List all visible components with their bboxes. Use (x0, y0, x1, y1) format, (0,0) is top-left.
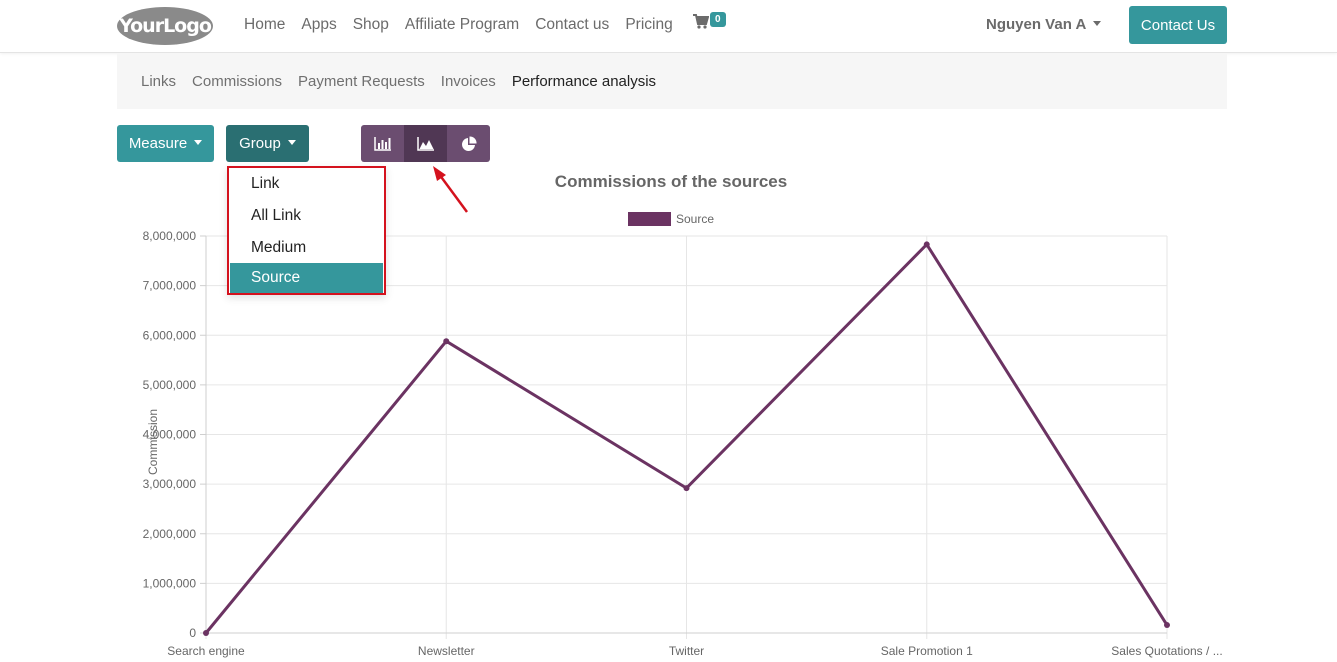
x-tick-label: Newsletter (418, 644, 475, 658)
y-tick-label: 5,000,000 (143, 378, 197, 392)
x-tick-label: Sales Quotations / ... (1111, 644, 1222, 658)
group-option-link[interactable]: Link (230, 169, 383, 199)
data-point (923, 241, 930, 248)
data-point (683, 485, 690, 492)
chart-grid (200, 235, 1168, 639)
group-option-medium[interactable]: Medium (230, 233, 383, 263)
y-tick-label: 3,000,000 (143, 477, 197, 491)
data-point (443, 338, 450, 345)
x-tick-label: Sale Promotion 1 (881, 644, 973, 658)
line-chart: 0 1,000,000 2,000,000 3,000,000 4,000,000 5,0… (143, 166, 1223, 658)
x-tick-label: Search engine (167, 644, 245, 658)
y-tick-label: 1,000,000 (143, 576, 197, 590)
annotation-arrow (433, 166, 469, 213)
y-tick-label: 4,000,000 (143, 428, 197, 442)
y-tick-label: 2,000,000 (143, 527, 197, 541)
x-tick-label: Twitter (669, 644, 704, 658)
y-tick-label: 7,000,000 (143, 279, 197, 293)
y-tick-label: 0 (189, 626, 196, 640)
x-axis-ticks: Search engine Newsletter Twitter Sale Promo… (167, 644, 1222, 658)
y-tick-label: 6,000,000 (143, 328, 197, 342)
y-axis-ticks: 0 1,000,000 2,000,000 3,000,000 4,000,000 5,0… (143, 229, 197, 640)
group-dropdown-menu: Link All Link Medium Source (227, 166, 386, 295)
group-option-source[interactable]: Source (230, 263, 383, 293)
data-point (203, 630, 209, 636)
y-tick-label: 8,000,000 (143, 229, 197, 243)
group-option-all-link[interactable]: All Link (230, 201, 383, 231)
data-point (1164, 622, 1170, 629)
